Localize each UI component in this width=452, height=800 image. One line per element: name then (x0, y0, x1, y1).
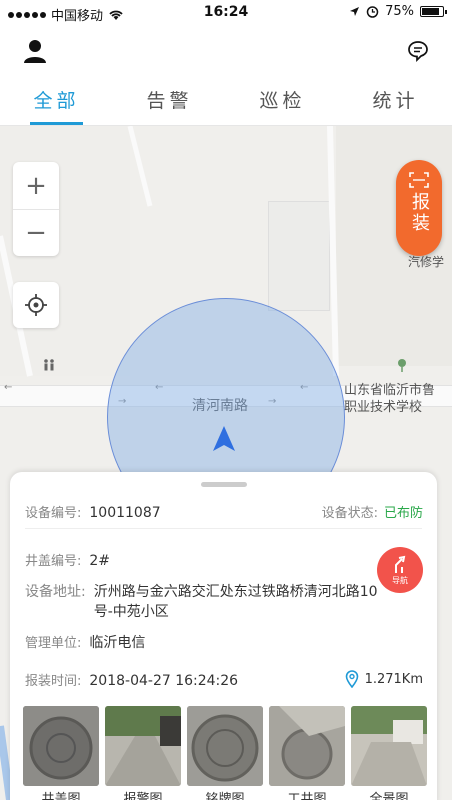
zoom-control: + − (13, 162, 59, 256)
distance-value: 1.271Km (364, 671, 423, 687)
photo-caption: 工井图 (287, 792, 327, 800)
device-address-row: 设备地址: 沂州路与金六路交汇处东过铁路桥清河北路10号-中苑小区 (25, 582, 385, 622)
current-location-arrow-icon (213, 426, 235, 451)
install-time-value: 2018-04-27 16:24:26 (89, 673, 239, 689)
tab-statistics-label: 统计 (372, 90, 419, 112)
street-scene-image (105, 706, 181, 786)
road-direction-icon: ← (4, 382, 13, 393)
navigate-label: 导航 (392, 576, 408, 585)
crosshair-icon (25, 294, 47, 316)
device-id-row: 设备编号: 10011087 (25, 502, 161, 521)
device-detail-sheet[interactable]: 设备编号: 10011087 设备状态: 已布防 井盖编号: 2# 导航 设备地址: … (10, 472, 437, 800)
cover-id-value: 2# (89, 553, 111, 569)
install-time-row: 报装时间: 2018-04-27 16:24:26 (25, 670, 238, 689)
app-screen: 中国移动 16:24 75% 全部 告警 巡检 统计 ← ← → → ← 清河南… (0, 0, 452, 800)
poi-school-label: 山东省临沂市鲁 职业技术学校 (344, 382, 435, 416)
divider (25, 528, 422, 529)
alarm-icon (366, 6, 379, 18)
photo-thumbnail[interactable] (351, 706, 427, 786)
nameplate-image (187, 706, 263, 786)
photo-caption: 铭牌图 (205, 792, 245, 800)
tab-alarm[interactable]: 告警 (113, 76, 226, 125)
photo-thumbnail[interactable] (269, 706, 345, 786)
report-install-label: 报装 (409, 192, 430, 234)
well-image (269, 706, 345, 786)
zoom-in-button[interactable]: + (13, 162, 59, 209)
tab-alarm-label: 告警 (146, 90, 193, 112)
device-id-value: 10011087 (89, 505, 161, 521)
report-install-button[interactable]: 报装 (396, 160, 442, 256)
header (0, 26, 452, 76)
device-id-label: 设备编号: (25, 506, 82, 521)
photo-thumbnail[interactable] (105, 706, 181, 786)
cover-id-label: 井盖编号: (25, 554, 82, 569)
sheet-drag-handle[interactable] (201, 482, 247, 487)
managing-unit-label: 管理单位: (25, 636, 82, 651)
device-status-label: 设备状态: (321, 506, 378, 521)
tab-bar: 全部 告警 巡检 统计 (0, 76, 452, 126)
location-arrow-icon (350, 7, 360, 16)
poi-edge-line2: 汽修学 (408, 255, 445, 269)
tab-inspection[interactable]: 巡检 (226, 76, 339, 125)
device-status-row: 设备状态: 已布防 (322, 502, 423, 521)
distance-info: 1.271Km (345, 670, 423, 688)
battery-level (422, 8, 439, 15)
message-icon[interactable] (406, 39, 430, 63)
manhole-cover-image (23, 706, 99, 786)
managing-unit-value: 临沂电信 (89, 635, 146, 651)
restroom-icon (44, 359, 54, 371)
tab-inspection-label: 巡检 (259, 90, 306, 112)
locate-button[interactable] (13, 282, 59, 328)
tab-statistics[interactable]: 统计 (339, 76, 452, 125)
battery-percent: 75% (385, 4, 414, 19)
active-tab-indicator (30, 122, 83, 125)
tab-all[interactable]: 全部 (0, 76, 113, 125)
photo-caption: 井盖图 (41, 792, 81, 800)
managing-unit-row: 管理单位: 临沂电信 (25, 632, 145, 652)
photo-thumbnail[interactable] (23, 706, 99, 786)
tab-all-label: 全部 (33, 90, 80, 112)
device-address-label: 设备地址: (25, 584, 86, 600)
poi-school-line1: 山东省临沂市鲁 (344, 383, 436, 398)
battery-icon (420, 6, 447, 17)
poi-school-line2: 职业技术学校 (344, 400, 423, 415)
photo-caption: 报警图 (123, 792, 163, 800)
location-pin-icon (345, 670, 358, 688)
user-icon[interactable] (22, 38, 48, 64)
status-bar: 中国移动 16:24 75% (0, 0, 452, 26)
status-right: 75% (349, 4, 447, 19)
scan-icon (409, 172, 429, 188)
device-status-value: 已布防 (383, 506, 423, 521)
zoom-out-button[interactable]: − (13, 209, 59, 256)
device-address-value: 沂州路与金六路交汇处东过铁路桥清河北路10号-中苑小区 (93, 584, 378, 620)
photo-caption: 全景图 (369, 792, 409, 800)
route-turn-icon (395, 555, 406, 573)
photo-strip (23, 706, 433, 786)
install-time-label: 报装时间: (25, 674, 82, 689)
photo-thumbnail[interactable] (187, 706, 263, 786)
poi-marker-icon (398, 359, 406, 372)
cover-id-row: 井盖编号: 2# (25, 550, 110, 569)
panorama-image (351, 706, 427, 786)
